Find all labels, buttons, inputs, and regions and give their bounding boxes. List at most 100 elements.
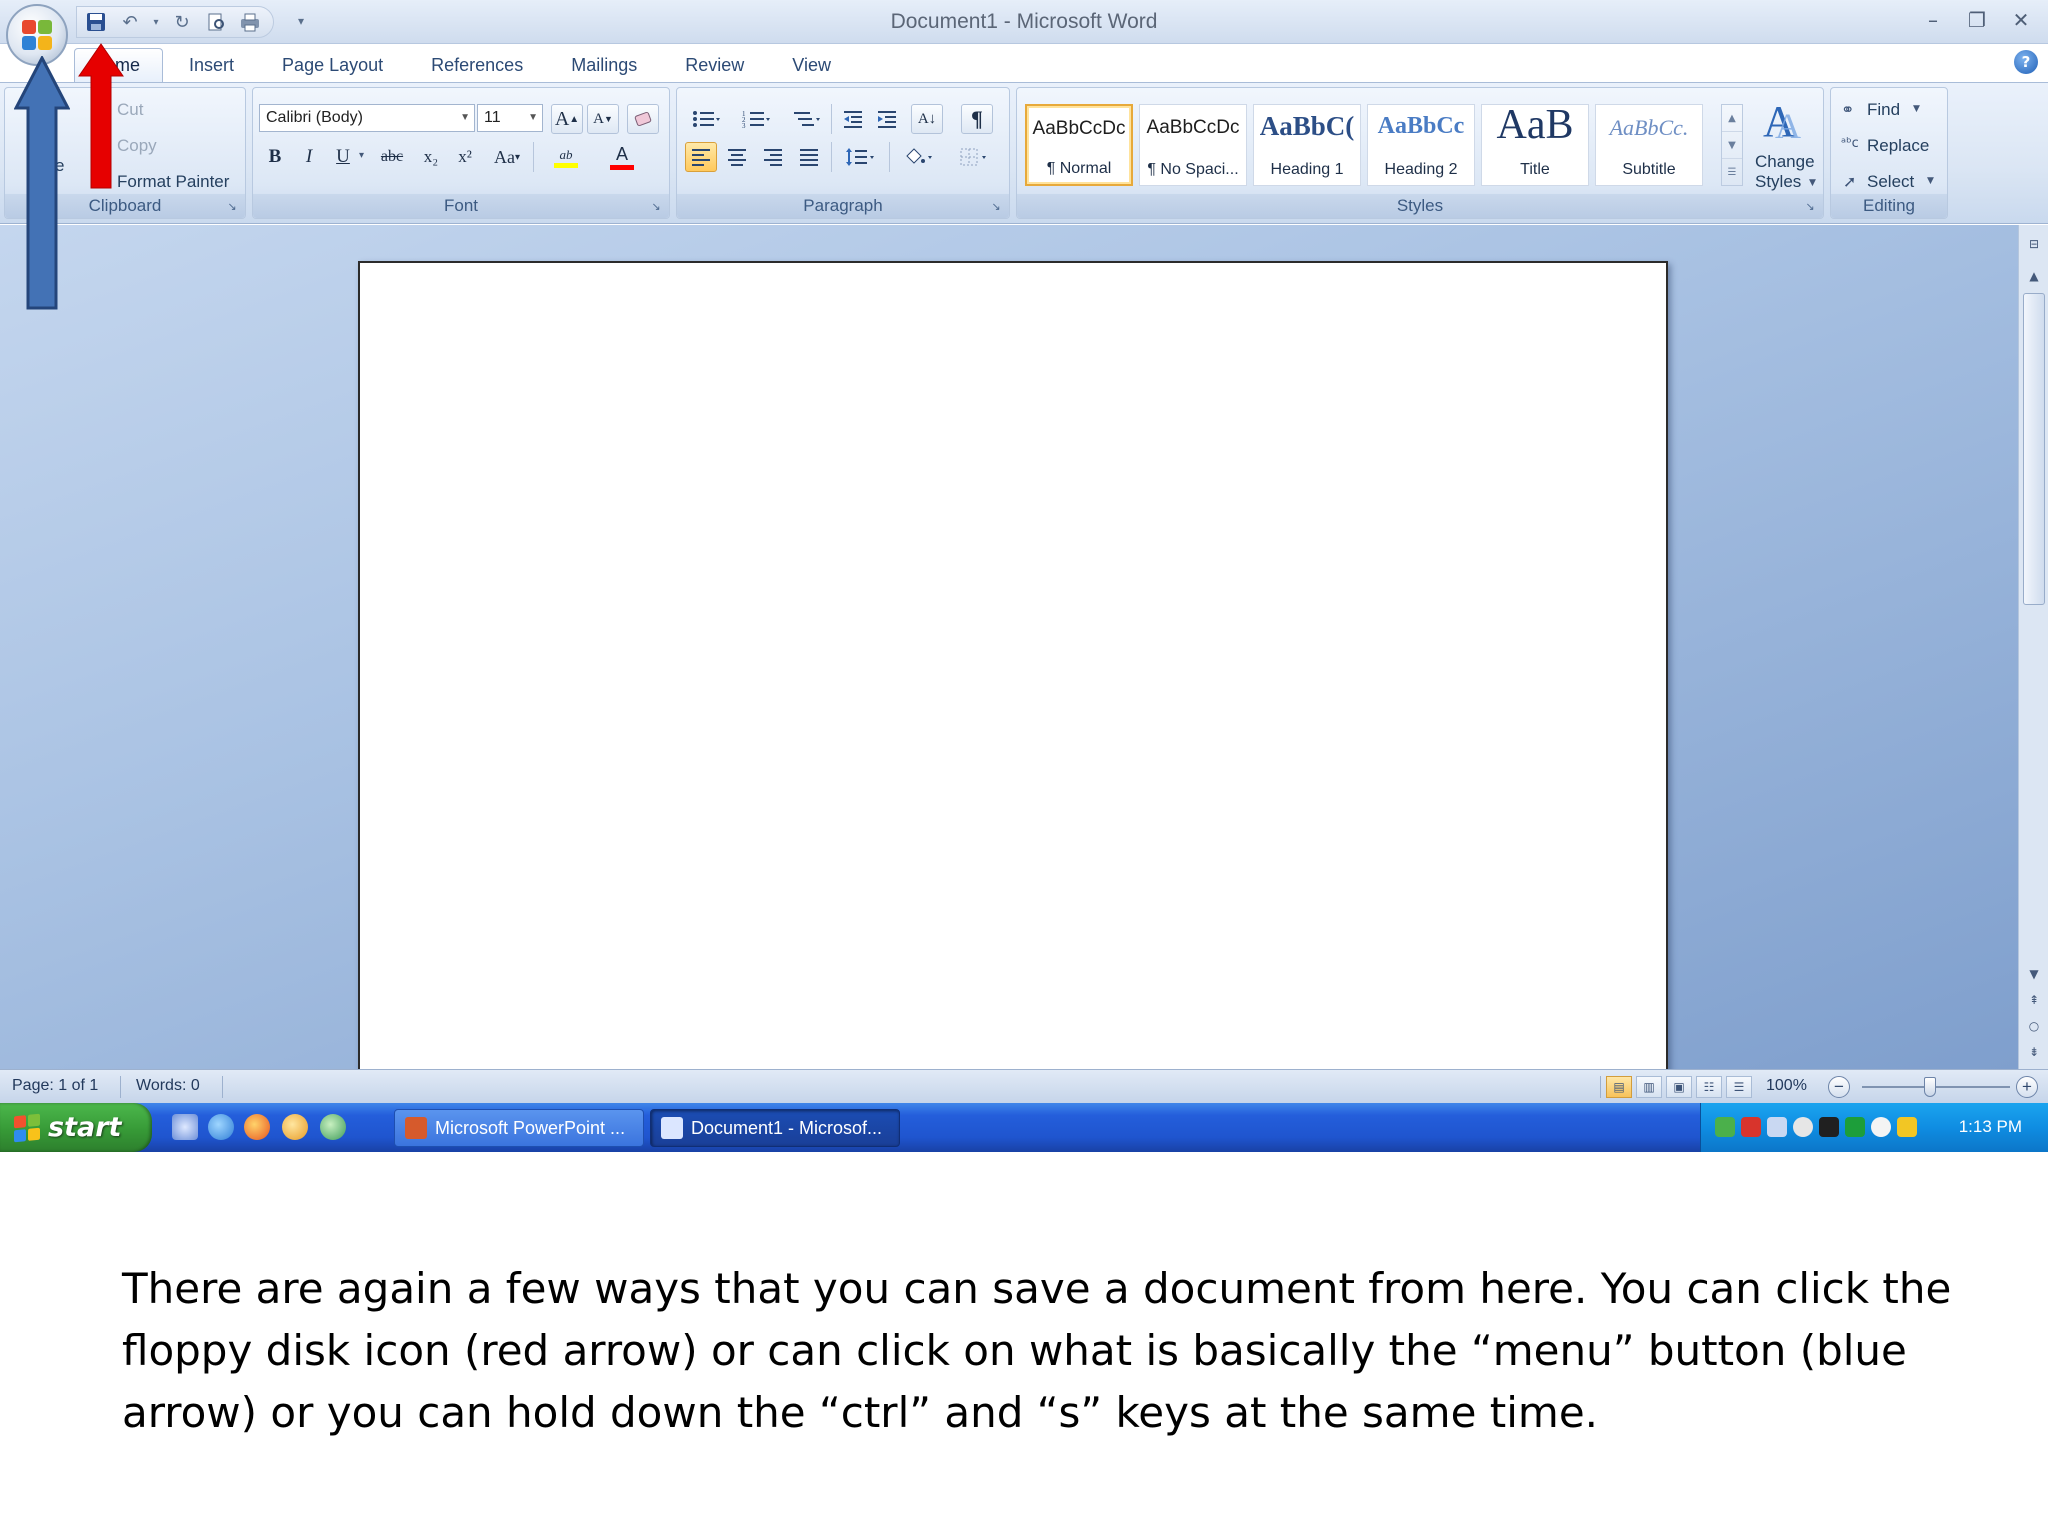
clipboard-launcher-icon[interactable]: ↘ xyxy=(225,200,239,214)
highlight-button[interactable]: ab xyxy=(543,142,589,172)
shrink-font-label: A xyxy=(593,110,604,127)
usb-icon[interactable] xyxy=(1819,1117,1839,1137)
vertical-scrollbar[interactable]: ⊟ ▲ ▼ ⇞ ○ ⇟ xyxy=(2018,225,2048,1069)
page-count[interactable]: Page: 1 of 1 xyxy=(12,1077,98,1095)
next-page-icon[interactable]: ⇟ xyxy=(2023,1041,2045,1063)
subscript-button[interactable]: x₂ xyxy=(415,142,447,172)
scroll-up-icon[interactable]: ▲ xyxy=(2023,265,2045,287)
bullets-button[interactable] xyxy=(685,104,727,134)
font-color-button[interactable]: A xyxy=(599,142,645,172)
align-left-button[interactable] xyxy=(685,142,717,172)
battery-icon[interactable] xyxy=(1845,1117,1865,1137)
cursor-icon: ➚ xyxy=(1843,172,1857,191)
email-icon[interactable] xyxy=(282,1114,308,1140)
style-tile-title[interactable]: AaB Title xyxy=(1481,102,1589,186)
clear-formatting-button[interactable] xyxy=(627,104,659,134)
select-button[interactable]: ➚ Select ▼ xyxy=(1841,170,1941,196)
font-launcher-icon[interactable]: ↘ xyxy=(649,200,663,214)
style-tile-subtitle[interactable]: AaBbCc. Subtitle xyxy=(1595,104,1703,186)
internet-explorer-icon[interactable] xyxy=(208,1114,234,1140)
style-tile-heading-2[interactable]: AaBbCc Heading 2 xyxy=(1367,104,1475,186)
minimize-button[interactable]: – xyxy=(1918,6,1948,34)
styles-gallery-scroll[interactable]: ▲ ▼ ☰ xyxy=(1721,104,1743,186)
zoom-out-icon[interactable]: − xyxy=(1828,1076,1850,1098)
style-tile-normal[interactable]: AaBbCcDc ¶ Normal xyxy=(1025,104,1133,186)
find-button[interactable]: ⚭ Find ▼ xyxy=(1841,98,1941,124)
paragraph-launcher-icon[interactable]: ↘ xyxy=(989,200,1003,214)
sort-button[interactable]: A↓ xyxy=(911,104,943,134)
zoom-level[interactable]: 100% xyxy=(1766,1077,1807,1095)
show-marks-button[interactable]: ¶ xyxy=(961,104,993,134)
align-center-button[interactable] xyxy=(721,142,753,172)
show-desktop-icon[interactable] xyxy=(172,1114,198,1140)
shrink-font-button[interactable]: A ▼ xyxy=(587,104,619,134)
underline-button[interactable]: U xyxy=(327,142,359,172)
bold-button[interactable]: B xyxy=(259,142,291,172)
zoom-in-icon[interactable]: + xyxy=(2016,1076,2038,1098)
word-count[interactable]: Words: 0 xyxy=(136,1077,200,1095)
full-screen-reading-view-button[interactable]: ▥ xyxy=(1636,1076,1662,1098)
outline-view-button[interactable]: ☷ xyxy=(1696,1076,1722,1098)
justify-button[interactable] xyxy=(793,142,825,172)
change-case-button[interactable]: Aa ▾ xyxy=(485,142,529,172)
numbering-button[interactable]: 123 xyxy=(735,104,777,134)
line-spacing-button[interactable] xyxy=(837,142,883,172)
gallery-more-icon[interactable]: ☰ xyxy=(1722,159,1742,186)
zoom-slider-track[interactable] xyxy=(1862,1086,2010,1088)
zoom-slider-knob[interactable] xyxy=(1924,1077,1936,1097)
globe-icon[interactable] xyxy=(320,1114,346,1140)
task-powerpoint[interactable]: Microsoft PowerPoint ... xyxy=(394,1109,644,1147)
previous-page-icon[interactable]: ⇞ xyxy=(2023,989,2045,1011)
gallery-up-icon[interactable]: ▲ xyxy=(1722,105,1742,132)
volume-icon[interactable] xyxy=(1793,1117,1813,1137)
borders-button[interactable] xyxy=(951,142,997,172)
close-button[interactable]: ✕ xyxy=(2006,6,2036,34)
replace-button[interactable]: ᵃᵇc Replace xyxy=(1841,134,1941,160)
font-name-combo[interactable]: Calibri (Body) ▼ xyxy=(259,104,475,132)
security-shield-icon[interactable] xyxy=(1897,1117,1917,1137)
tab-mailings[interactable]: Mailings xyxy=(549,48,659,82)
tab-references[interactable]: References xyxy=(409,48,545,82)
style-tile-no-spacing[interactable]: AaBbCcDc ¶ No Spaci... xyxy=(1139,104,1247,186)
start-button[interactable]: start xyxy=(0,1103,152,1152)
italic-button[interactable]: I xyxy=(293,142,325,172)
font-size-combo[interactable]: 11 ▼ xyxy=(477,104,543,132)
tab-review[interactable]: Review xyxy=(663,48,766,82)
shading-button[interactable] xyxy=(895,142,941,172)
tab-view[interactable]: View xyxy=(770,48,853,82)
grow-font-button[interactable]: A ▲ xyxy=(551,104,583,134)
ruler-toggle-icon[interactable]: ⊟ xyxy=(2023,233,2045,255)
scroll-down-icon[interactable]: ▼ xyxy=(2023,963,2045,985)
display-icon[interactable] xyxy=(1767,1117,1787,1137)
restore-button[interactable]: ❐ xyxy=(1962,6,1992,34)
strikethrough-button[interactable]: abc xyxy=(371,142,413,172)
help-icon[interactable]: ? xyxy=(2014,50,2038,74)
gallery-down-icon[interactable]: ▼ xyxy=(1722,132,1742,159)
tab-page-layout[interactable]: Page Layout xyxy=(260,48,405,82)
update-icon[interactable] xyxy=(1871,1117,1891,1137)
font-color-label: A xyxy=(615,144,628,164)
firefox-icon[interactable] xyxy=(244,1114,270,1140)
draft-view-button[interactable]: ☰ xyxy=(1726,1076,1752,1098)
scroll-thumb[interactable] xyxy=(2023,293,2045,605)
increase-indent-button[interactable] xyxy=(871,104,903,134)
document-page[interactable] xyxy=(358,261,1668,1073)
tab-insert[interactable]: Insert xyxy=(167,48,256,82)
acrobat-icon[interactable] xyxy=(1741,1117,1761,1137)
superscript-button[interactable]: x² xyxy=(449,142,481,172)
align-right-button[interactable] xyxy=(757,142,789,172)
browse-object-icon[interactable]: ○ xyxy=(2023,1015,2045,1037)
decrease-indent-button[interactable] xyxy=(837,104,869,134)
underline-dropdown-icon[interactable]: ▾ xyxy=(359,150,364,161)
clock[interactable]: 1:13 PM xyxy=(1959,1117,2022,1137)
change-styles-button[interactable]: AA Change Styles ▼ xyxy=(1749,94,1819,194)
print-layout-view-button[interactable]: ▤ xyxy=(1606,1076,1632,1098)
format-painter-button[interactable]: Format Painter xyxy=(117,172,229,192)
editing-group: ⚭ Find ▼ ᵃᵇc Replace ➚ Select ▼ Editing xyxy=(1830,87,1948,219)
style-tile-heading-1[interactable]: AaBbC( Heading 1 xyxy=(1253,104,1361,186)
styles-launcher-icon[interactable]: ↘ xyxy=(1803,200,1817,214)
web-layout-view-button[interactable]: ▣ xyxy=(1666,1076,1692,1098)
network-icon[interactable] xyxy=(1715,1117,1735,1137)
task-word[interactable]: Document1 - Microsof... xyxy=(650,1109,900,1147)
multilevel-list-button[interactable] xyxy=(785,104,827,134)
